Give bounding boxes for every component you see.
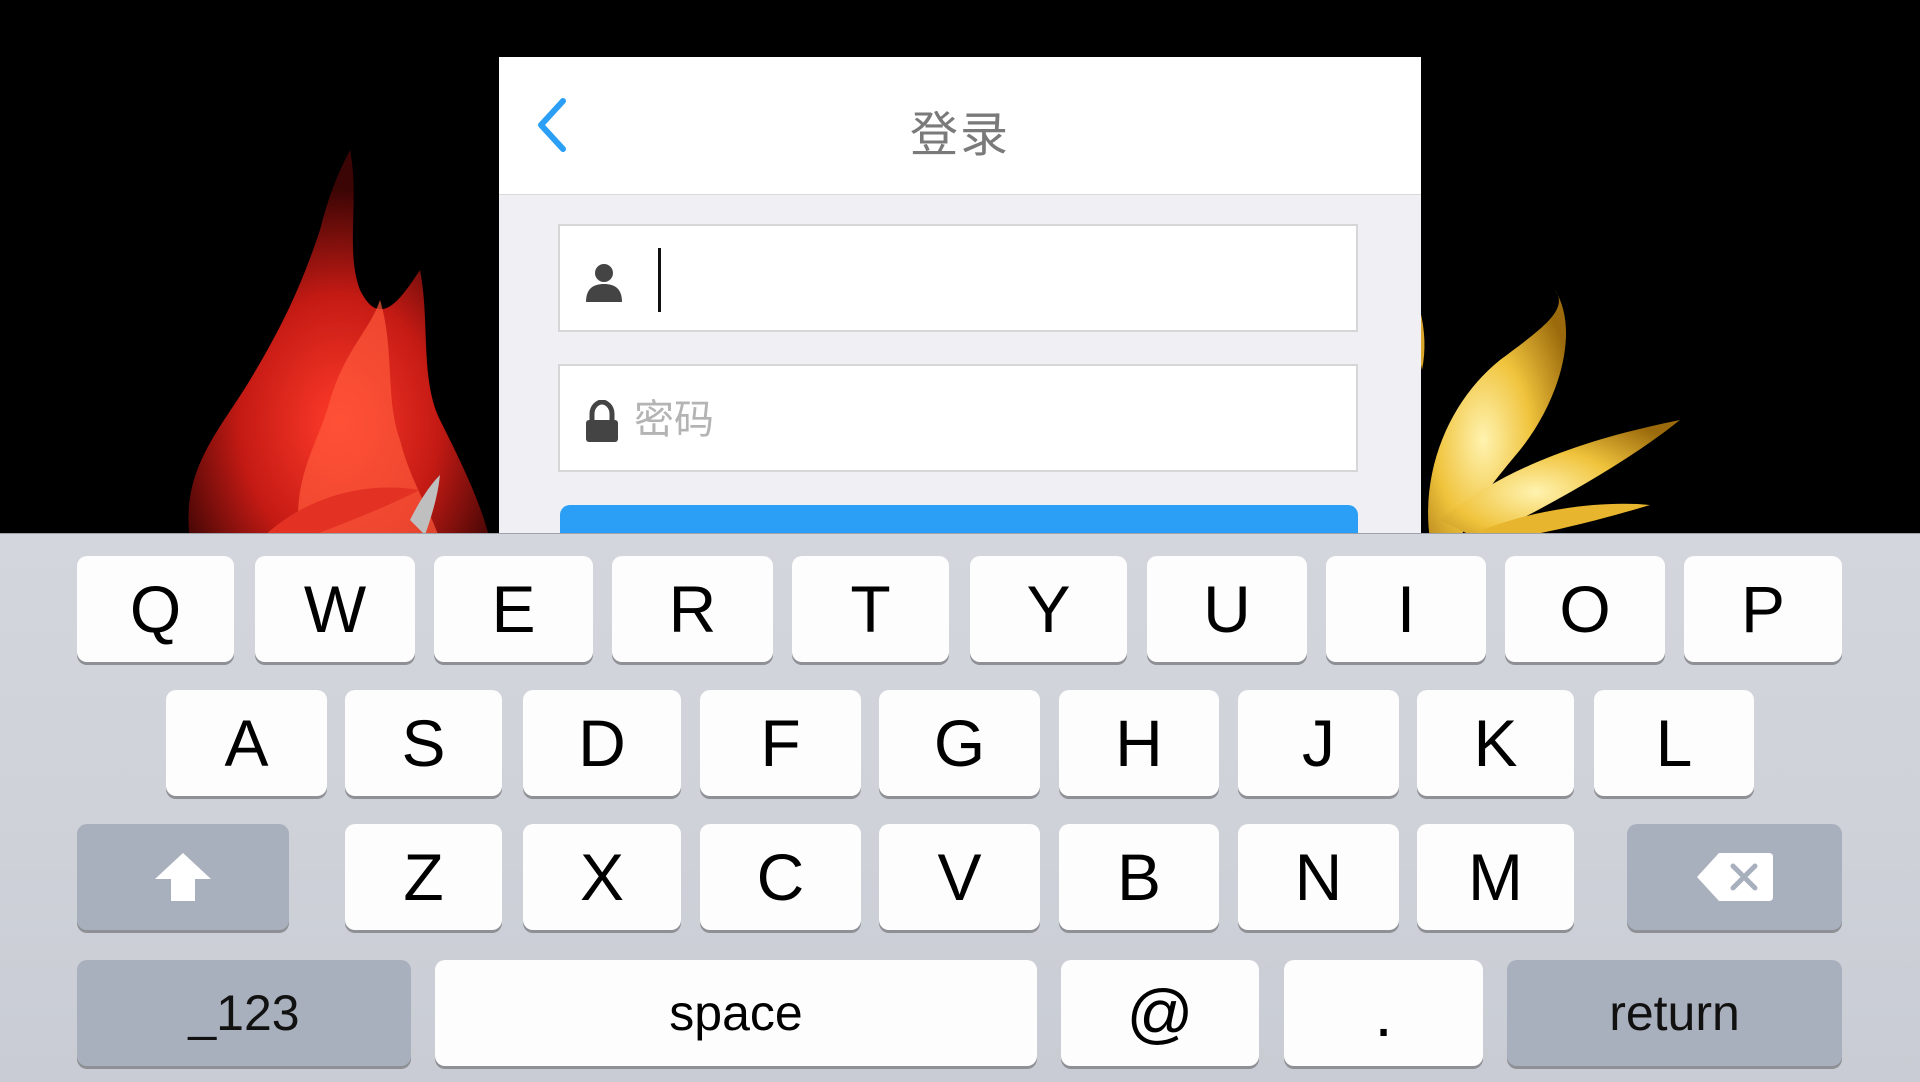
password-field[interactable] bbox=[558, 364, 1358, 472]
username-field[interactable] bbox=[558, 224, 1358, 332]
shift-arrow-icon bbox=[155, 853, 211, 901]
key-k[interactable]: K bbox=[1417, 690, 1574, 796]
key-a[interactable]: A bbox=[166, 690, 327, 796]
fire-flame-art bbox=[188, 150, 490, 540]
key-g[interactable]: G bbox=[879, 690, 1040, 796]
user-icon bbox=[586, 264, 622, 302]
key-r[interactable]: R bbox=[612, 556, 773, 662]
key-o[interactable]: O bbox=[1505, 556, 1665, 662]
key-u[interactable]: U bbox=[1147, 556, 1307, 662]
key-v[interactable]: V bbox=[879, 824, 1040, 930]
key-f[interactable]: F bbox=[700, 690, 861, 796]
key-l[interactable]: L bbox=[1594, 690, 1754, 796]
key-d[interactable]: D bbox=[523, 690, 681, 796]
return-key[interactable]: return bbox=[1507, 960, 1842, 1066]
login-dialog: 登录 bbox=[499, 57, 1421, 537]
numbers-key[interactable]: _123 bbox=[77, 960, 411, 1066]
at-key[interactable]: @ bbox=[1061, 960, 1259, 1066]
dialog-header: 登录 bbox=[499, 57, 1421, 195]
shift-key[interactable] bbox=[77, 824, 289, 930]
password-input[interactable] bbox=[632, 380, 1336, 460]
backspace-icon bbox=[1696, 853, 1773, 901]
username-input[interactable] bbox=[630, 240, 1334, 320]
golden-leaves-art bbox=[1418, 290, 1680, 540]
dot-key[interactable]: . bbox=[1284, 960, 1483, 1066]
text-cursor bbox=[658, 248, 661, 312]
key-m[interactable]: M bbox=[1417, 824, 1574, 930]
key-c[interactable]: C bbox=[700, 824, 861, 930]
space-key[interactable]: space bbox=[435, 960, 1037, 1066]
key-j[interactable]: J bbox=[1238, 690, 1399, 796]
key-t[interactable]: T bbox=[792, 556, 949, 662]
key-h[interactable]: H bbox=[1059, 690, 1219, 796]
onscreen-keyboard: Q W E R T Y U I O P A S D F G H J K L Z … bbox=[0, 533, 1920, 1082]
key-p[interactable]: P bbox=[1684, 556, 1842, 662]
key-x[interactable]: X bbox=[523, 824, 681, 930]
key-i[interactable]: I bbox=[1326, 556, 1486, 662]
delete-key[interactable] bbox=[1627, 824, 1842, 930]
lock-icon bbox=[586, 400, 618, 442]
key-e[interactable]: E bbox=[434, 556, 593, 662]
key-q[interactable]: Q bbox=[77, 556, 234, 662]
key-b[interactable]: B bbox=[1059, 824, 1219, 930]
key-n[interactable]: N bbox=[1238, 824, 1399, 930]
key-w[interactable]: W bbox=[255, 556, 415, 662]
key-z[interactable]: Z bbox=[345, 824, 502, 930]
page-title: 登录 bbox=[909, 107, 1010, 163]
key-s[interactable]: S bbox=[345, 690, 502, 796]
key-y[interactable]: Y bbox=[970, 556, 1127, 662]
